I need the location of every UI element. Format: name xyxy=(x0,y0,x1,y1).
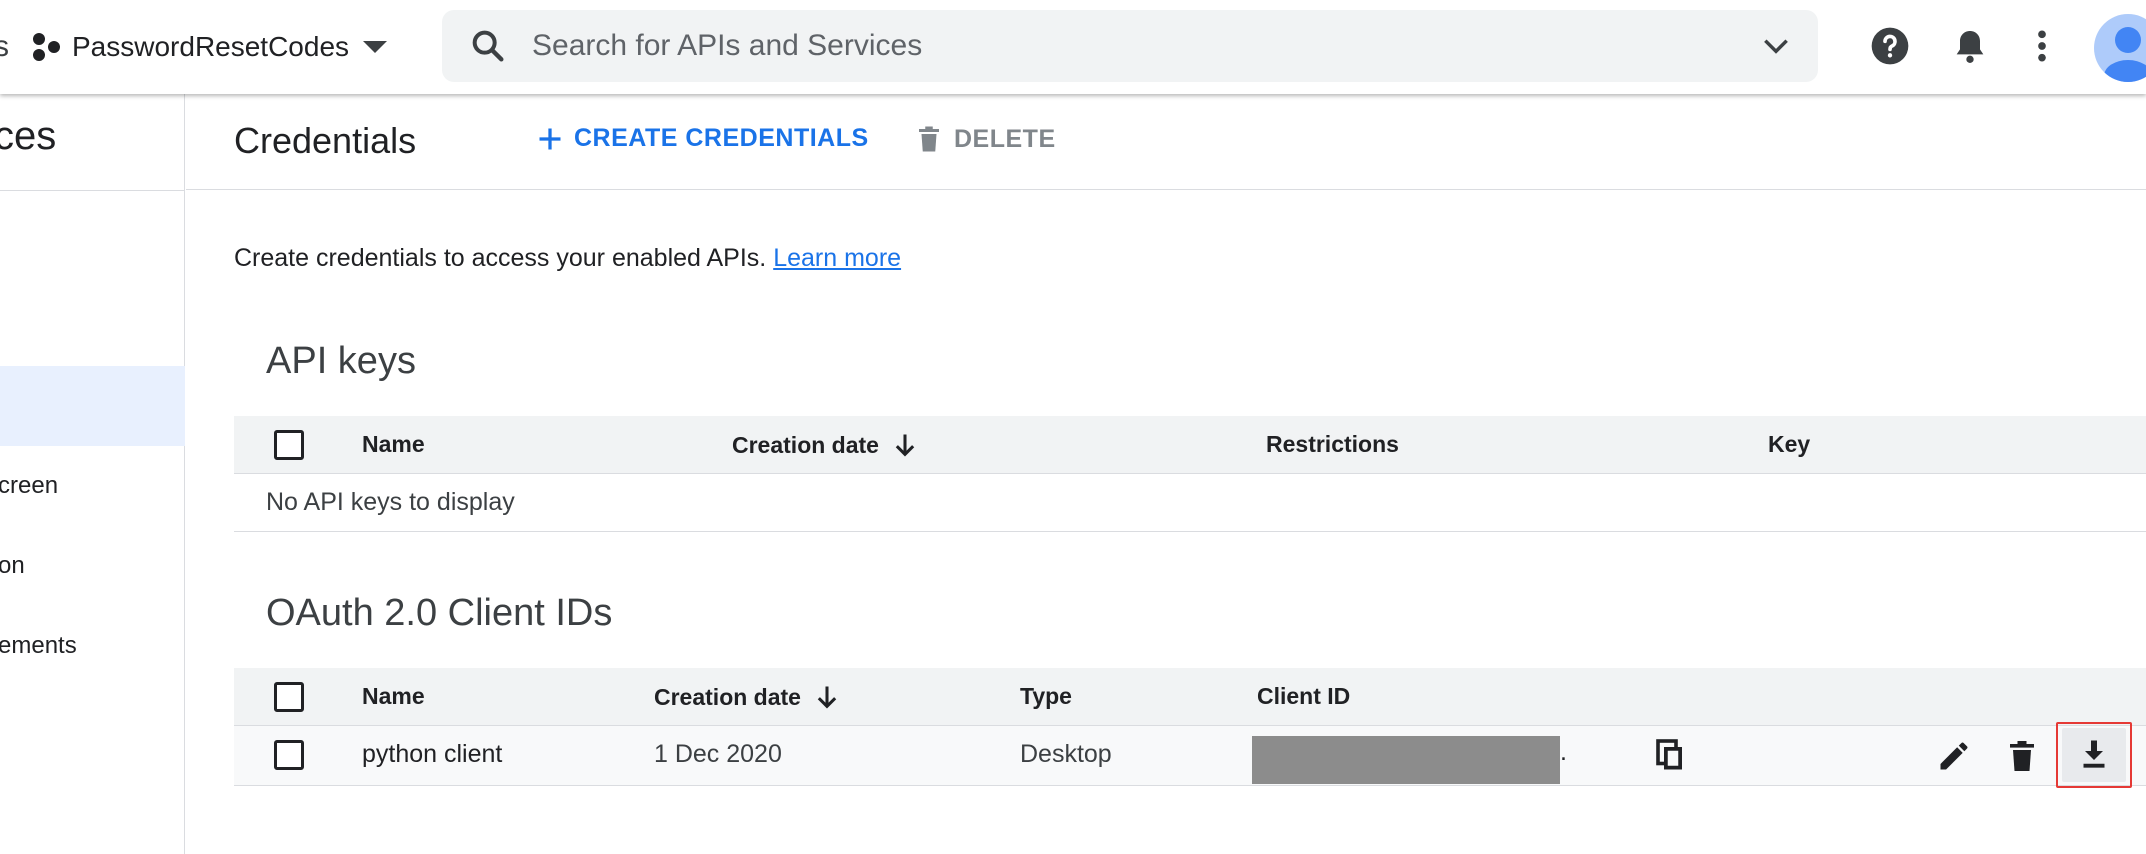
delete-label: DELETE xyxy=(954,124,1056,153)
edit-icon[interactable] xyxy=(1936,738,1972,774)
api-keys-col-restrictions-label: Restrictions xyxy=(1266,431,1399,457)
download-client-button[interactable] xyxy=(2056,722,2132,788)
nav-divider xyxy=(0,190,185,191)
api-keys-col-key[interactable]: Key xyxy=(1768,431,1810,458)
nav-item-consent-screen[interactable]: creen xyxy=(0,472,58,500)
more-vert-icon[interactable] xyxy=(2022,26,2062,66)
bell-icon[interactable] xyxy=(1950,26,1990,66)
avatar[interactable] xyxy=(2094,14,2146,82)
nav-item-page-usage-agreements[interactable]: ements xyxy=(0,632,77,660)
arrow-down-icon xyxy=(895,434,915,457)
oauth-col-name-label: Name xyxy=(362,683,425,709)
page-title: Credentials xyxy=(234,120,417,161)
project-icon xyxy=(33,33,60,61)
delete-button[interactable]: DELETE xyxy=(914,124,1056,154)
trash-icon xyxy=(919,126,939,152)
api-keys-title: API keys xyxy=(266,340,416,382)
oauth-col-creation-date-label: Creation date xyxy=(654,683,801,710)
api-keys-empty-row: No API keys to display xyxy=(234,474,2146,532)
oauth-select-all-checkbox[interactable] xyxy=(274,682,304,712)
trash-icon[interactable] xyxy=(2004,738,2040,774)
create-credentials-label: CREATE CREDENTIALS xyxy=(574,124,869,152)
client-name-link[interactable]: python client xyxy=(362,740,502,769)
page-header: Credentials CREATE CREDENTIALS DELETE xyxy=(186,94,2146,190)
download-icon xyxy=(2083,740,2105,768)
project-name: PasswordResetCodes xyxy=(72,31,350,62)
learn-more-link[interactable]: Learn more xyxy=(773,244,901,272)
api-keys-col-creation-date[interactable]: Creation date xyxy=(732,431,919,459)
nav-item-credentials-active[interactable] xyxy=(0,366,185,446)
type-cell: Desktop xyxy=(1020,740,1112,768)
oauth-col-type[interactable]: Type xyxy=(1020,683,1072,710)
oauth-col-creation-date[interactable]: Creation date xyxy=(654,683,841,711)
intro-text: Create credentials to access your enable… xyxy=(234,244,901,273)
client-id-suffix: . xyxy=(1560,738,1567,766)
oauth-table-header: Name Creation date Type Client ID xyxy=(234,668,2146,726)
oauth-col-client-id[interactable]: Client ID xyxy=(1257,683,1350,710)
table-row[interactable]: python client 1 Dec 2020 Desktop . xyxy=(234,722,2146,788)
api-keys-col-restrictions[interactable]: Restrictions xyxy=(1266,431,1399,458)
oauth-col-type-label: Type xyxy=(1020,683,1072,709)
api-keys-col-key-label: Key xyxy=(1768,431,1811,457)
api-keys-empty-text: No API keys to display xyxy=(266,488,515,516)
oauth-title: OAuth 2.0 Client IDs xyxy=(266,592,613,634)
plus-icon xyxy=(539,128,561,149)
create-credentials-button[interactable]: CREATE CREDENTIALS xyxy=(536,124,869,153)
client-id-redacted xyxy=(1252,736,1560,784)
truncated-logo: s xyxy=(0,30,9,63)
avatar-person-icon xyxy=(2104,27,2146,82)
top-bar: s PasswordResetCodes xyxy=(0,0,2146,94)
api-keys-select-all-checkbox[interactable] xyxy=(274,430,304,460)
search-icon xyxy=(472,30,504,62)
copy-icon[interactable] xyxy=(1652,738,1688,774)
help-icon[interactable] xyxy=(1870,26,1910,66)
oauth-col-name[interactable]: Name xyxy=(362,683,425,710)
row-checkbox[interactable] xyxy=(274,740,304,770)
intro-description: Create credentials to access your enable… xyxy=(234,244,767,272)
project-selector[interactable]: PasswordResetCodes xyxy=(30,22,388,72)
api-keys-col-creation-date-label: Creation date xyxy=(732,431,879,458)
left-nav: ces creen on ements xyxy=(0,94,185,854)
oauth-col-client-id-label: Client ID xyxy=(1257,683,1351,709)
caret-down-icon xyxy=(363,41,388,53)
nav-title: ces xyxy=(0,114,57,158)
search-bar[interactable] xyxy=(442,10,1818,82)
creation-date-cell: 1 Dec 2020 xyxy=(654,740,782,768)
search-input[interactable] xyxy=(532,29,1712,63)
chevron-down-icon[interactable] xyxy=(1760,30,1792,62)
arrow-down-icon xyxy=(817,686,837,709)
api-keys-table-header: Name Creation date Restrictions Key xyxy=(234,416,2146,474)
api-keys-col-name[interactable]: Name xyxy=(362,431,425,458)
api-keys-col-name-label: Name xyxy=(362,431,425,457)
nav-item-domain-verification[interactable]: on xyxy=(0,552,25,580)
